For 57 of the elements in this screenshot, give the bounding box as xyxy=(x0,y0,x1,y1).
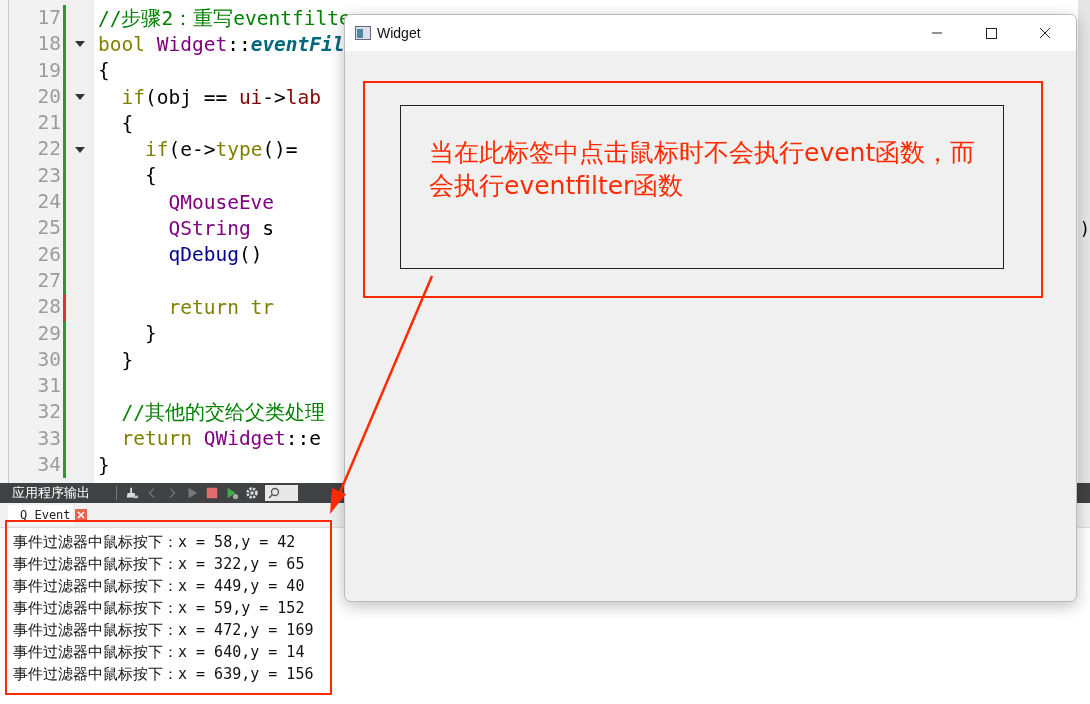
output-line: 事件过滤器中鼠标按下：x = 449,y = 40 xyxy=(13,576,306,597)
line-number: 33 xyxy=(36,425,62,452)
label-text: 当在此标签中点击鼠标时不会执行event函数，而会执行eventfilter函数 xyxy=(429,137,977,202)
line-number: 26 xyxy=(36,241,62,268)
code-fragment: ) xyxy=(1079,218,1090,239)
line-number: 25 xyxy=(36,215,62,242)
search-icon xyxy=(268,487,280,499)
code-line: if(e->type()= xyxy=(144,138,298,162)
code-line: } xyxy=(98,453,110,477)
line-number: 24 xyxy=(36,189,62,216)
code-line: } xyxy=(121,348,134,372)
code-line: //其他的交给父类处理 xyxy=(121,400,325,427)
line-number: 31 xyxy=(36,373,62,400)
code-line: { xyxy=(121,111,134,135)
debug-run-icon[interactable] xyxy=(225,486,239,500)
close-icon[interactable] xyxy=(74,509,87,521)
code-line: if(obj == ui->lab xyxy=(121,85,322,109)
line-number: 30 xyxy=(36,346,62,373)
output-tab[interactable]: Q Event xyxy=(8,505,73,525)
code-line: return QWidget::e xyxy=(121,427,322,451)
line-number: 29 xyxy=(36,320,62,347)
code-line: { xyxy=(98,59,110,83)
line-number: 22 xyxy=(36,136,62,163)
code-line: QString s xyxy=(168,217,275,240)
output-line: 事件过滤器中鼠标按下：x = 639,y = 156 xyxy=(13,664,315,685)
line-number: 23 xyxy=(36,162,62,189)
line-number: 32 xyxy=(36,399,62,426)
output-line: 事件过滤器中鼠标按下：x = 640,y = 14 xyxy=(13,642,306,663)
output-line: 事件过滤器中鼠标按下：x = 58,y = 42 xyxy=(13,532,297,553)
line-number: 20 xyxy=(36,83,62,110)
settings-icon[interactable] xyxy=(245,486,259,500)
code-line: { xyxy=(144,164,157,188)
code-line: return tr xyxy=(168,295,275,319)
line-number: 27 xyxy=(36,267,62,294)
fold-arrow-icon[interactable] xyxy=(75,146,85,153)
code-line: //步骤2：重写eventfilte xyxy=(98,5,351,32)
code-line: QMouseEve xyxy=(168,190,275,214)
line-number: 18 xyxy=(36,31,62,58)
code-line: qDebug() xyxy=(168,243,263,267)
code-line: bool Widget::eventFil xyxy=(98,32,345,56)
output-line: 事件过滤器中鼠标按下：x = 322,y = 65 xyxy=(13,554,306,575)
window-title: Widget xyxy=(377,25,421,41)
fold-arrow-icon[interactable] xyxy=(75,94,85,101)
line-number: 28 xyxy=(36,294,62,321)
stop-icon[interactable] xyxy=(205,486,219,500)
search-field[interactable] xyxy=(265,485,298,501)
line-number: 19 xyxy=(36,57,62,84)
line-number: 34 xyxy=(36,452,62,479)
code-line: } xyxy=(144,322,157,346)
output-line: 事件过滤器中鼠标按下：x = 472,y = 169 xyxy=(13,620,315,641)
broom-icon[interactable] xyxy=(125,486,139,500)
fold-arrow-icon[interactable] xyxy=(75,41,85,48)
line-number: 21 xyxy=(36,110,62,137)
pane-title: 应用程序输出 xyxy=(12,484,90,502)
app-icon xyxy=(355,26,371,40)
line-number: 17 xyxy=(36,5,62,31)
output-line: 事件过滤器中鼠标按下：x = 59,y = 152 xyxy=(13,598,306,619)
